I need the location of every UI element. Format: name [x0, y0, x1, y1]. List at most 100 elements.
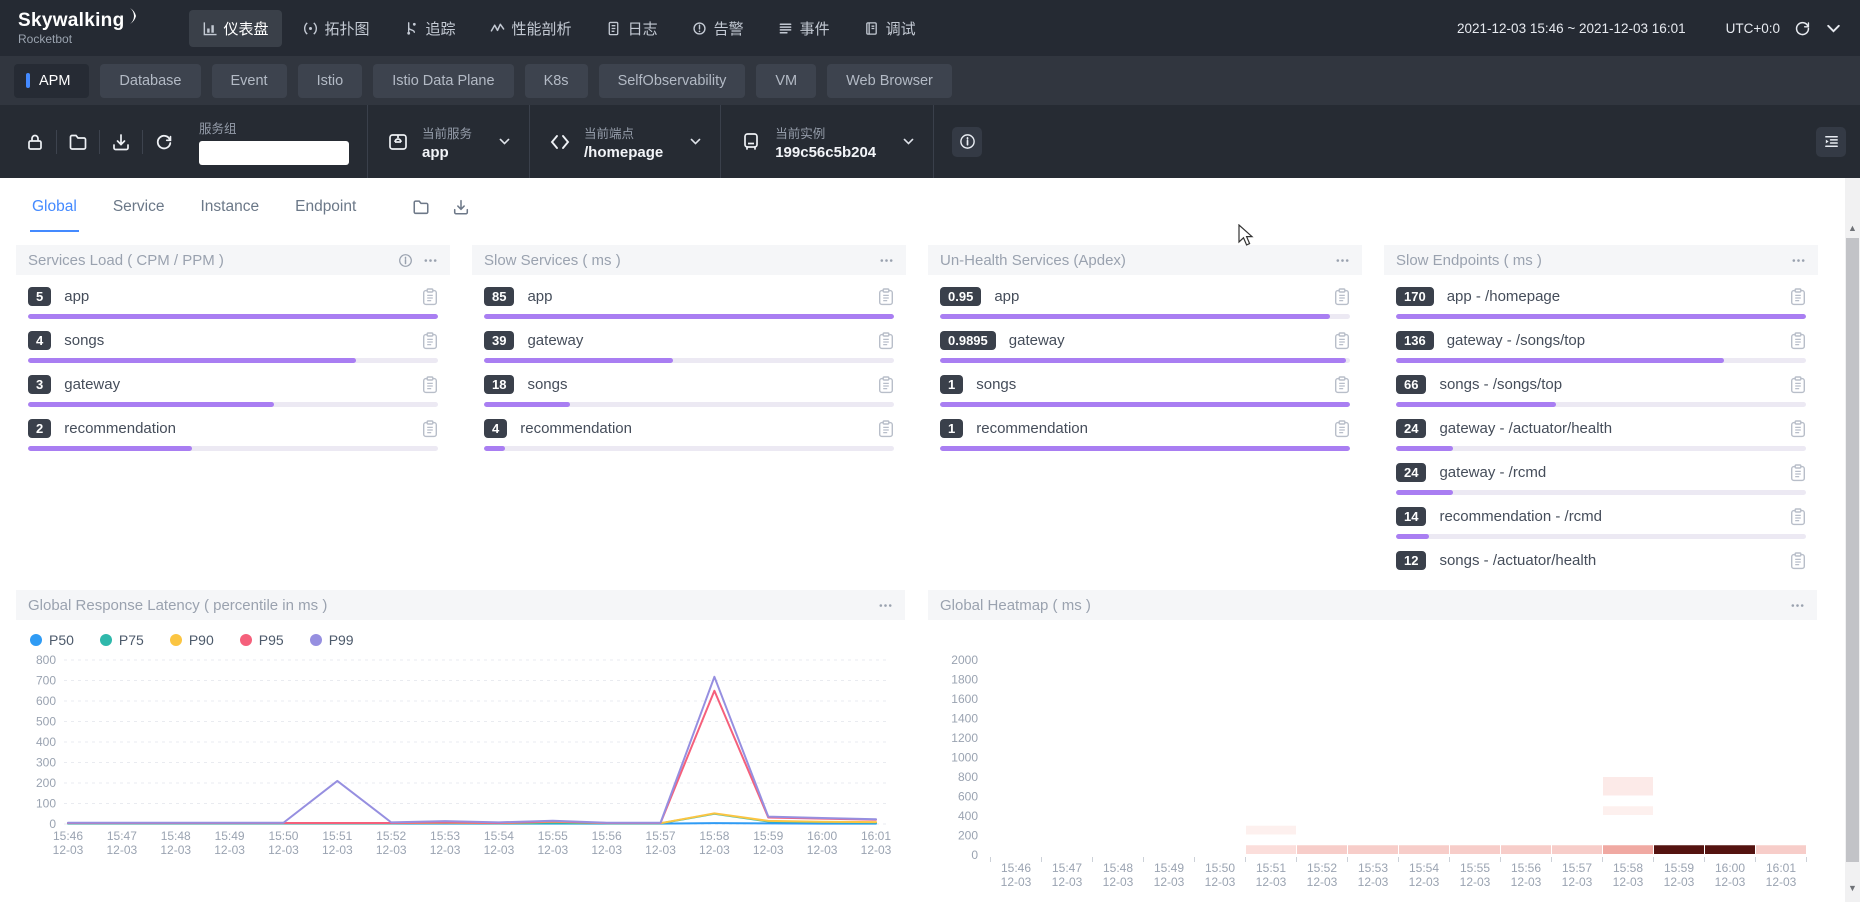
view-tab-endpoint[interactable]: Endpoint [293, 182, 358, 232]
more-icon[interactable] [1335, 253, 1350, 268]
svg-text:15:52: 15:52 [1307, 861, 1337, 875]
info-button[interactable] [952, 127, 982, 157]
nav-item-日志[interactable]: 日志 [593, 10, 671, 47]
svg-text:12-03: 12-03 [160, 843, 191, 857]
legend-item-p99[interactable]: P99 [310, 632, 354, 648]
scrollbar-down-arrow[interactable]: ▼ [1845, 880, 1860, 895]
svg-text:800: 800 [36, 653, 56, 667]
collapse-sidebar-button[interactable] [1816, 127, 1846, 157]
more-icon[interactable] [879, 253, 894, 268]
clipboard-copy-icon[interactable] [1334, 332, 1350, 350]
latency-line-chart: 010020030040050060070080015:4612-0315:47… [16, 648, 905, 870]
nav-item-label: 性能剖析 [512, 18, 572, 39]
dashboard-tab-vm[interactable]: VM [756, 64, 816, 98]
dashboard-tab-selfobservability[interactable]: SelfObservability [599, 64, 746, 98]
svg-text:700: 700 [36, 674, 56, 688]
legend-item-p50[interactable]: P50 [30, 632, 74, 648]
clipboard-copy-icon[interactable] [1790, 288, 1806, 306]
heatmap-chart: 020040060080010001200140016001800200015:… [928, 620, 1817, 900]
svg-text:15:57: 15:57 [646, 829, 676, 843]
svg-text:600: 600 [958, 790, 978, 804]
clipboard-copy-icon[interactable] [878, 332, 894, 350]
dashboard-tab-web-browser[interactable]: Web Browser [827, 64, 952, 98]
clipboard-copy-icon[interactable] [878, 420, 894, 438]
time-range[interactable]: 2021-12-03 15:46 ~ 2021-12-03 16:01 [1457, 21, 1686, 36]
value-badge: 39 [484, 331, 514, 350]
clipboard-copy-icon[interactable] [422, 376, 438, 394]
nav-item-label: 调试 [886, 18, 916, 39]
download-icon[interactable] [111, 132, 131, 152]
clipboard-copy-icon[interactable] [1790, 464, 1806, 482]
nav-item-事件[interactable]: 事件 [765, 10, 843, 47]
nav-item-调试[interactable]: 调试 [851, 10, 929, 47]
endpoint-icon [548, 130, 572, 154]
clipboard-copy-icon[interactable] [1790, 508, 1806, 526]
refresh-icon[interactable] [1794, 20, 1811, 37]
dashboard-tab-istio[interactable]: Istio [298, 64, 363, 98]
folder-icon[interactable] [412, 198, 430, 216]
scrollbar-thumb[interactable] [1846, 238, 1859, 862]
svg-text:12-03: 12-03 [430, 843, 461, 857]
view-tab-service[interactable]: Service [111, 182, 167, 232]
nav-item-告警[interactable]: 告警 [679, 10, 757, 47]
clipboard-copy-icon[interactable] [1334, 376, 1350, 394]
legend-item-p90[interactable]: P90 [170, 632, 214, 648]
current-endpoint-selector[interactable]: 当前端点 /homepage [548, 123, 702, 161]
more-icon[interactable] [423, 253, 438, 268]
download-icon[interactable] [452, 198, 470, 216]
current-service-selector[interactable]: 当前服务 app [386, 123, 511, 161]
legend-item-p95[interactable]: P95 [240, 632, 284, 648]
legend-item-p75[interactable]: P75 [100, 632, 144, 648]
slow-services-card: Slow Services ( ms )85app39gateway18song… [472, 245, 906, 451]
entity-name: gateway - /songs/top [1447, 332, 1585, 349]
clipboard-copy-icon[interactable] [878, 288, 894, 306]
nav-item-拓扑图[interactable]: 拓扑图 [290, 10, 383, 47]
dashboard-tab-istio-data-plane[interactable]: Istio Data Plane [373, 64, 513, 98]
clipboard-copy-icon[interactable] [1334, 420, 1350, 438]
more-icon[interactable] [878, 598, 893, 613]
chevron-down-icon [902, 135, 915, 148]
folder-icon[interactable] [68, 132, 88, 152]
unhealth-services-row: 1recommendation [928, 407, 1362, 451]
value-badge: 12 [1396, 551, 1426, 570]
brand-logo[interactable]: Skywalking Rocketbot [18, 10, 141, 46]
svg-text:200: 200 [958, 829, 978, 843]
nav-item-仪表盘[interactable]: 仪表盘 [189, 10, 282, 47]
more-icon[interactable] [1791, 253, 1806, 268]
clipboard-copy-icon[interactable] [422, 288, 438, 306]
clipboard-copy-icon[interactable] [1790, 376, 1806, 394]
nav-item-追踪[interactable]: 追踪 [391, 10, 469, 47]
clipboard-copy-icon[interactable] [1790, 332, 1806, 350]
more-icon[interactable] [1790, 598, 1805, 613]
dashboard-tab-database[interactable]: Database [100, 64, 200, 98]
toolbar-separator [99, 130, 100, 154]
scrollbar-up-arrow[interactable]: ▲ [1845, 220, 1860, 235]
legend-label: P50 [49, 632, 74, 648]
clipboard-copy-icon[interactable] [1790, 552, 1806, 570]
dashboard-tab-apm[interactable]: APM [14, 64, 89, 98]
clipboard-copy-icon[interactable] [1334, 288, 1350, 306]
clipboard-copy-icon[interactable] [878, 376, 894, 394]
service-group-input[interactable] [199, 141, 349, 165]
event-icon [778, 21, 793, 36]
clipboard-copy-icon[interactable] [422, 420, 438, 438]
timezone-selector[interactable]: UTC+0:0 [1726, 21, 1780, 36]
debug-icon [864, 21, 879, 36]
info-icon[interactable] [398, 253, 413, 268]
svg-text:12-03: 12-03 [645, 843, 676, 857]
clipboard-copy-icon[interactable] [422, 332, 438, 350]
nav-item-性能剖析[interactable]: 性能剖析 [477, 10, 585, 47]
clipboard-copy-icon[interactable] [1790, 420, 1806, 438]
lock-icon[interactable] [25, 132, 45, 152]
view-tab-global[interactable]: Global [30, 182, 79, 232]
dashboard-tab-event[interactable]: Event [212, 64, 287, 98]
dashboard-tab-k8s[interactable]: K8s [525, 64, 588, 98]
unhealth-services-card: Un-Health Services (Apdex)0.95app0.9895g… [928, 245, 1362, 451]
reload-icon[interactable] [154, 132, 174, 152]
current-instance-selector[interactable]: 当前实例 199c56c5b204 [739, 123, 915, 161]
entity-name: app - /homepage [1447, 288, 1560, 305]
chevron-down-icon[interactable] [1825, 20, 1842, 37]
svg-text:12-03: 12-03 [699, 843, 730, 857]
page-scrollbar[interactable]: ▲ ▼ [1845, 178, 1860, 902]
view-tab-instance[interactable]: Instance [199, 182, 262, 232]
